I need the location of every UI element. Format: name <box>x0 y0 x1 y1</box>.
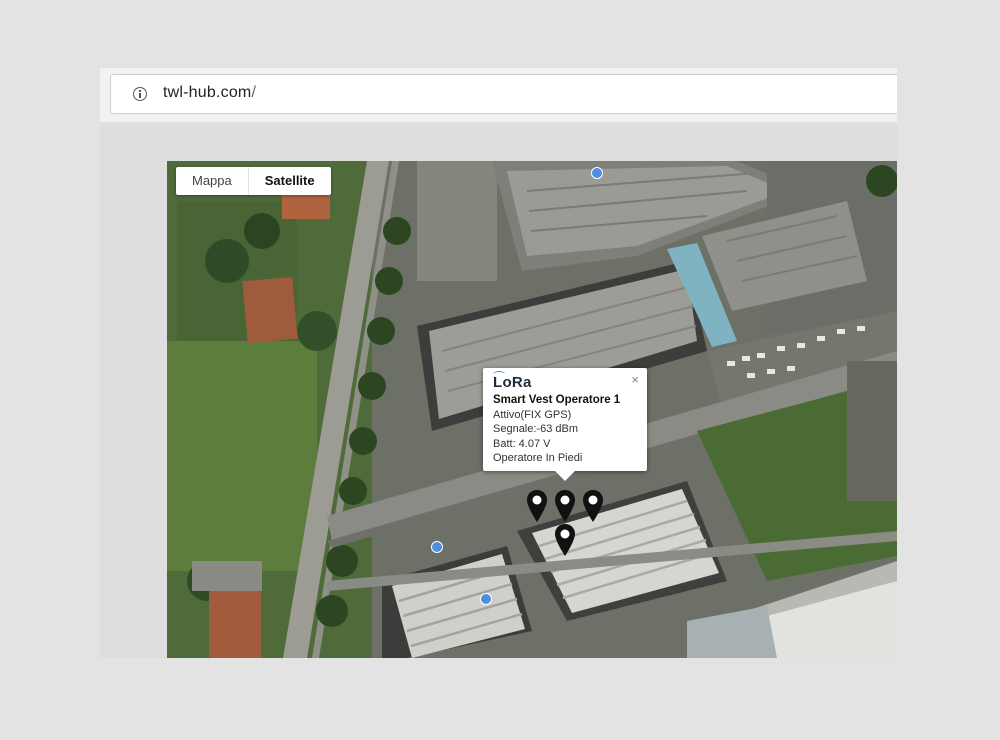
url-text[interactable]: twl-hub.com/ <box>163 84 256 102</box>
map-marker-icon[interactable] <box>554 489 576 523</box>
address-bar[interactable]: twl-hub.com/ <box>110 74 897 114</box>
map-view[interactable]: Mappa Satellite × LoRa Smart Vest Operat… <box>167 161 897 658</box>
signal-wave-icon <box>493 371 505 377</box>
poi-icon[interactable] <box>591 167 603 179</box>
device-signal: Segnale:-63 dBm <box>493 423 578 435</box>
map-marker-icon[interactable] <box>554 523 576 557</box>
browser-toolbar: twl-hub.com/ <box>100 68 897 122</box>
device-battery: Batt: 4.07 V <box>493 437 551 450</box>
marker-info-window: × LoRa Smart Vest Operatore 1 Attivo(FIX… <box>483 368 647 481</box>
device-status: Attivo(FIX GPS) <box>493 408 572 421</box>
url-domain: twl-hub.com <box>163 84 252 101</box>
url-path: / <box>251 84 257 101</box>
map-type-mappa[interactable]: Mappa <box>176 167 248 195</box>
map-type-satellite[interactable]: Satellite <box>247 167 331 195</box>
lora-logo: LoRa <box>493 371 637 392</box>
map-type-control: Mappa Satellite <box>176 167 331 195</box>
map-marker-icon[interactable] <box>526 489 548 523</box>
browser-window: twl-hub.com/ Mappa Satellite × LoRa Smar… <box>100 68 897 658</box>
info-icon[interactable] <box>133 87 147 101</box>
operator-posture: Operatore In Piedi <box>493 452 583 464</box>
poi-icon[interactable] <box>431 541 443 553</box>
map-marker-icon[interactable] <box>582 489 604 523</box>
device-title: Smart Vest Operatore 1 <box>493 394 621 406</box>
poi-icon[interactable] <box>480 593 492 605</box>
